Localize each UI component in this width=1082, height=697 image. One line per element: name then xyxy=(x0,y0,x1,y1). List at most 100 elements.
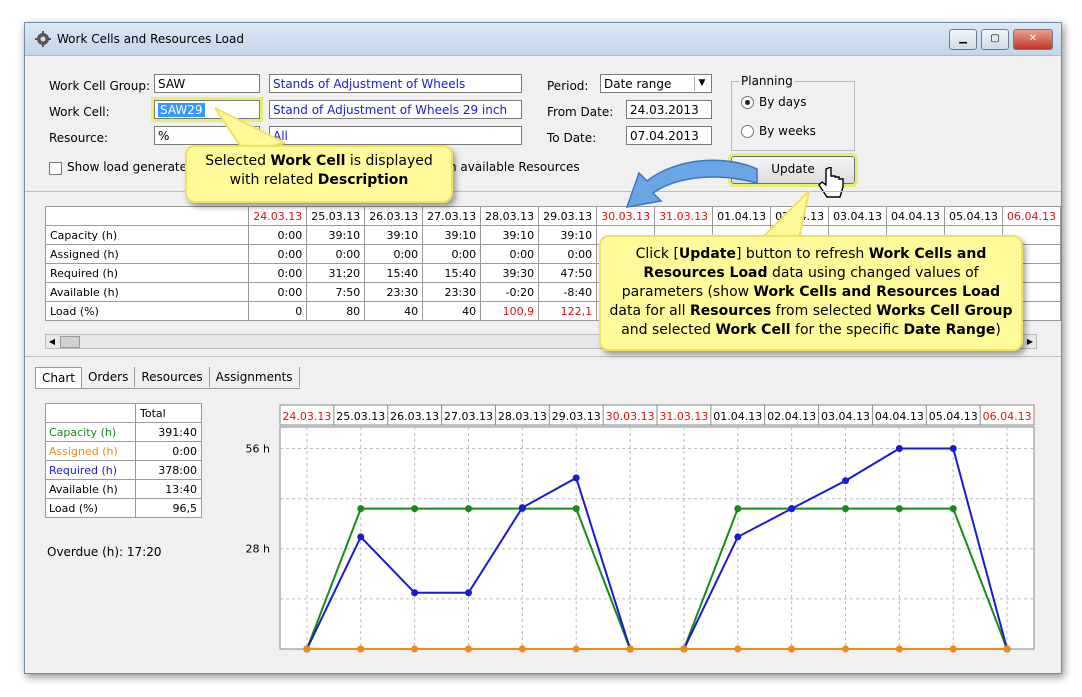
grid-cell[interactable]: 7:50 xyxy=(306,282,366,302)
grid-cell[interactable]: 0:00 xyxy=(422,244,482,264)
grid-cell[interactable]: 0:00 xyxy=(306,244,366,264)
work-cell-group-description: Stands of Adjustment of Wheels xyxy=(269,74,522,93)
maximize-button[interactable]: ▢ xyxy=(981,29,1009,50)
grid-cell[interactable]: -0:20 xyxy=(480,282,540,302)
grid-cell[interactable]: 23:30 xyxy=(422,282,482,302)
grid-cell[interactable]: 39:10 xyxy=(538,225,598,245)
show-load-checkbox[interactable] xyxy=(49,162,62,175)
summary-row-value: 0:00 xyxy=(135,441,202,461)
c2-l2b: data using changed values of xyxy=(767,265,979,281)
c2-l1c: ] button to refresh xyxy=(735,246,869,262)
c2-l5e: ) xyxy=(995,322,1001,338)
callout2-line1: Click [Update] button to refresh Work Ce… xyxy=(601,245,1021,264)
grid-cell[interactable]: 39:10 xyxy=(364,225,424,245)
scroll-left-icon[interactable]: ◀ xyxy=(47,336,57,347)
chart-data-point xyxy=(734,533,742,541)
grid-date-header[interactable]: 25.03.13 xyxy=(306,206,366,226)
grid-cell[interactable]: 0:00 xyxy=(248,263,308,283)
blue-arrow-icon xyxy=(625,159,758,208)
grid-cell[interactable]: 0:00 xyxy=(248,282,308,302)
summary-row-label: Capacity (h) xyxy=(45,422,136,442)
chart-data-point xyxy=(357,505,365,513)
grid-cell[interactable]: 15:40 xyxy=(422,263,482,283)
tab-assignments[interactable]: Assignments xyxy=(210,367,300,387)
grid-date-header[interactable]: 29.03.13 xyxy=(538,206,598,226)
grid-date-header[interactable]: 03.04.13 xyxy=(828,206,888,226)
scroll-right-icon[interactable]: ▶ xyxy=(1025,336,1035,347)
chart-data-point xyxy=(788,505,796,513)
chart-data-point xyxy=(411,645,419,653)
show-load-label-tail: n available Resources xyxy=(449,160,580,174)
callout1-line2: with related Description xyxy=(187,171,451,190)
chart-y-tick-label: 56 h xyxy=(246,442,270,455)
dropdown-arrow-icon[interactable]: ▼ xyxy=(694,76,709,91)
grid-cell[interactable]: 100,9 xyxy=(480,301,540,321)
chart-category-label: 27.03.13 xyxy=(444,410,493,423)
chart-data-point xyxy=(518,504,526,512)
grid-date-header[interactable]: 24.03.13 xyxy=(248,206,308,226)
grid-cell[interactable]: 40 xyxy=(364,301,424,321)
chart-data-point xyxy=(572,505,580,513)
planning-group xyxy=(731,81,855,151)
grid-cell[interactable]: 39:10 xyxy=(480,225,540,245)
tab-orders[interactable]: Orders xyxy=(82,367,136,387)
grid-cell[interactable]: 0:00 xyxy=(248,244,308,264)
app-window: Work Cells and Resources Load ▁ ▢ ✕ Work… xyxy=(24,22,1062,674)
chart-category-label: 30.03.13 xyxy=(606,410,655,423)
chart-category-label: 29.03.13 xyxy=(552,410,601,423)
grid-date-header[interactable]: 28.03.13 xyxy=(480,206,540,226)
grid-cell[interactable]: 31:20 xyxy=(306,263,366,283)
chart-category-label: 25.03.13 xyxy=(336,410,385,423)
chart-data-point xyxy=(303,645,311,653)
grid-cell[interactable]: 15:40 xyxy=(364,263,424,283)
minimize-button[interactable]: ▁ xyxy=(949,29,977,50)
chart-category-label: 04.04.13 xyxy=(875,410,924,423)
tab-chart[interactable]: Chart xyxy=(35,367,82,388)
chart-data-point xyxy=(734,505,742,513)
grid-date-header[interactable]: 04.04.13 xyxy=(886,206,946,226)
grid-date-header[interactable]: 06.04.13 xyxy=(1002,206,1061,226)
grid-row-label: Load (%) xyxy=(44,301,250,321)
grid-cell[interactable]: 23:30 xyxy=(364,282,424,302)
grid-cell[interactable]: 80 xyxy=(306,301,366,321)
scroll-thumb[interactable] xyxy=(60,336,80,348)
c2-l5d: Date Range xyxy=(903,322,996,338)
chart-data-point xyxy=(680,645,688,653)
chart-data-point xyxy=(895,444,903,452)
grid-cell[interactable]: 39:30 xyxy=(480,263,540,283)
summary-row-label: Required (h) xyxy=(45,460,136,480)
grid-cell[interactable]: 39:10 xyxy=(306,225,366,245)
grid-cell[interactable]: 39:10 xyxy=(422,225,482,245)
grid-cell[interactable]: 40 xyxy=(422,301,482,321)
grid-date-header[interactable]: 26.03.13 xyxy=(364,206,424,226)
tab-resources[interactable]: Resources xyxy=(135,367,210,387)
by-weeks-radio[interactable] xyxy=(741,125,754,138)
grid-cell[interactable]: 0:00 xyxy=(480,244,540,264)
title-bar[interactable]: Work Cells and Resources Load ▁ ▢ ✕ xyxy=(25,23,1061,56)
work-cell-group-input[interactable]: SAW xyxy=(154,74,260,93)
grid-cell[interactable]: 0:00 xyxy=(364,244,424,264)
period-select[interactable]: Date range ▼ xyxy=(600,74,712,93)
chart-category-label: 24.03.13 xyxy=(282,410,331,423)
grid-cell[interactable]: -8:40 xyxy=(538,282,598,302)
close-button[interactable]: ✕ xyxy=(1013,29,1053,50)
chart-data-point xyxy=(949,505,957,513)
window-title: Work Cells and Resources Load xyxy=(57,32,244,46)
grid-cell[interactable]: 122,1 xyxy=(538,301,598,321)
summary-row-label: Available (h) xyxy=(45,479,136,499)
grid-corner xyxy=(44,206,250,226)
by-days-radio[interactable] xyxy=(741,96,754,109)
callout1-t3: with related xyxy=(229,172,318,188)
grid-date-header[interactable]: 05.04.13 xyxy=(944,206,1004,226)
grid-cell[interactable]: 0:00 xyxy=(538,244,598,264)
summary-row-label: Assigned (h) xyxy=(45,441,136,461)
grid-cell[interactable]: 0 xyxy=(248,301,308,321)
from-date-input[interactable]: 24.03.2013 xyxy=(626,100,712,119)
chart-plot-area xyxy=(279,426,1035,650)
grid-cell[interactable]: 47:50 xyxy=(538,263,598,283)
update-callout: Click [Update] button to refresh Work Ce… xyxy=(599,235,1023,351)
grid-date-header[interactable]: 27.03.13 xyxy=(422,206,482,226)
grid-cell[interactable]: 0:00 xyxy=(248,225,308,245)
c2-l4b: Resources xyxy=(690,303,772,319)
to-date-input[interactable]: 07.04.2013 xyxy=(626,126,712,145)
